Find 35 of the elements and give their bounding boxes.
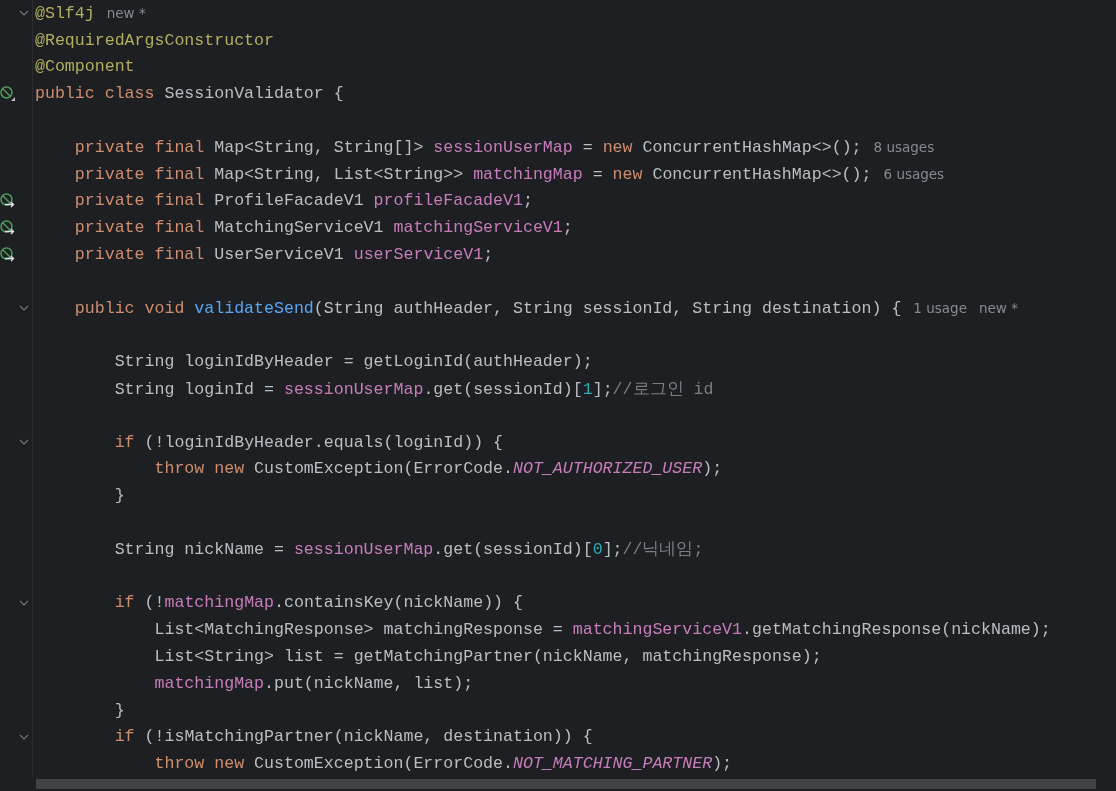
code-line: private final Map<String, String[]> sessionUserMap = new ConcurrentHashMap<>(); xyxy=(73,137,862,157)
horizontal-scrollbar[interactable] xyxy=(36,779,1096,789)
code-line: private final UserServiceV1 userServiceV1; xyxy=(73,245,494,265)
inlay-hint[interactable]: 8 usages xyxy=(873,139,935,156)
code-line: @RequiredArgsConstructor xyxy=(35,30,274,50)
fold-chevron-icon[interactable] xyxy=(19,439,29,446)
fold-chevron-icon[interactable] xyxy=(19,733,29,740)
code-line: private final Map<String, List<String>> matchingMap = new ConcurrentHashMap<>(); xyxy=(73,164,872,184)
inlay-hint[interactable]: new * xyxy=(106,5,146,22)
code-line: String nickName = sessionUserMap.get(sessionId)[0];//닉네임; xyxy=(113,539,704,561)
code-line: String loginIdByHeader = getLoginId(authHeader); xyxy=(113,352,593,372)
code-line: matchingMap.put(nickName, list); xyxy=(153,673,474,693)
code-line: List<String> list = getMatchingPartner(nickName, matchingResponse); xyxy=(153,647,822,666)
code-line: throw new CustomException(ErrorCode.NOT_AUTHORIZED_USER); xyxy=(153,459,723,479)
code-line: private final MatchingServiceV1 matchingServiceV1; xyxy=(73,218,573,238)
code-line: @Component xyxy=(35,57,135,77)
fold-chevron-icon[interactable] xyxy=(19,305,29,312)
code-line: if (!loginIdByHeader.equals(loginId)) { xyxy=(113,432,504,452)
inlay-hint[interactable]: new * xyxy=(978,300,1018,317)
code-line: String loginId = sessionUserMap.get(sessionId)[1];//로그인 id xyxy=(113,378,714,400)
code-line: public void validateSend(String authHeader, String sessionId, String destination) { xyxy=(73,298,902,318)
inlay-hint[interactable]: 6 usages xyxy=(883,166,945,183)
code-line: throw new CustomException(ErrorCode.NOT_MATCHING_PARTNER); xyxy=(153,754,733,774)
inlay-hint[interactable]: 1 usage xyxy=(913,300,967,317)
code-line: List<MatchingResponse> matchingResponse = matchingServiceV1.getMatchingResponse(nickName); xyxy=(153,620,1051,640)
code-line: private final ProfileFacadeV1 profileFacadeV1; xyxy=(73,191,533,211)
fold-chevron-icon[interactable] xyxy=(19,599,29,606)
code-line: if (!matchingMap.containsKey(nickName)) { xyxy=(113,593,523,613)
code-line: public class SessionValidator { xyxy=(35,84,344,104)
code-line: if (!isMatchingPartner(nickName, destination)) { xyxy=(113,727,593,747)
code-line: @Slf4j xyxy=(35,3,95,23)
fold-chevron-icon[interactable] xyxy=(19,10,29,17)
code-line: } xyxy=(113,486,125,506)
crossed-circle-icon[interactable] xyxy=(0,86,15,102)
code-line: } xyxy=(113,700,125,720)
